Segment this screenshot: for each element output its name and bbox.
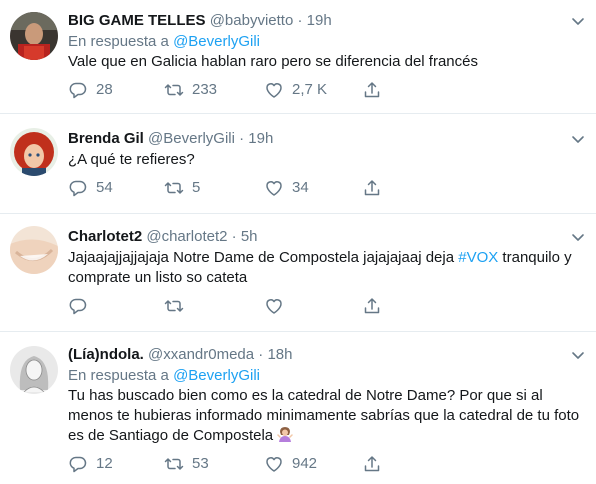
like-count: 942 (292, 455, 318, 472)
reply-count: 28 (96, 81, 113, 98)
chevron-down-icon[interactable] (570, 347, 586, 363)
tweet-actions (68, 296, 388, 316)
reply-icon (69, 298, 87, 315)
display-name[interactable]: Brenda Gil (68, 130, 144, 147)
separator: · (239, 130, 245, 147)
tweet-text: Vale que en Galicia hablan raro pero se … (68, 53, 478, 70)
reply-count: 54 (96, 179, 113, 196)
reply-button[interactable]: 54 (68, 178, 113, 198)
tweet[interactable]: (Lía)ndola. @xxandr0meda · 18h En respue… (0, 332, 596, 484)
reply-icon (69, 82, 87, 99)
like-button[interactable]: 34 (264, 178, 309, 198)
retweet-icon (164, 84, 184, 96)
share-icon (364, 180, 380, 196)
share-button[interactable] (362, 454, 390, 474)
user-handle[interactable]: @xxandr0meda (148, 346, 254, 363)
reply-context: En respuesta a @BeverlyGili (68, 366, 260, 386)
reply-label: En respuesta a (68, 367, 169, 384)
user-handle[interactable]: @charlotet2 (146, 228, 227, 245)
separator: · (258, 346, 264, 363)
retweet-button[interactable] (164, 296, 192, 316)
like-button[interactable]: 942 (264, 454, 317, 474)
like-button[interactable]: 2,7 K (264, 80, 327, 100)
tweet-actions: 12 53 942 (68, 454, 388, 474)
retweet-button[interactable]: 53 (164, 454, 209, 474)
reply-button[interactable]: 12 (68, 454, 113, 474)
share-icon (364, 82, 380, 98)
like-icon (266, 457, 282, 472)
share-button[interactable] (362, 80, 390, 100)
tweet-text: Jajaajajjajjajaja Notre Dame de Composte… (68, 248, 582, 288)
retweet-count: 233 (192, 81, 218, 98)
tweet-actions: 28 233 2,7 K (68, 80, 388, 100)
user-handle[interactable]: @babyvietto (210, 12, 294, 29)
share-button[interactable] (362, 178, 390, 198)
retweet-button[interactable]: 233 (164, 80, 217, 100)
display-name[interactable]: Charlotet2 (68, 228, 142, 245)
share-icon (364, 456, 380, 472)
timestamp[interactable]: 5h (241, 228, 258, 245)
reply-context: En respuesta a @BeverlyGili (68, 32, 260, 52)
reply-mention[interactable]: @BeverlyGili (173, 367, 260, 384)
share-button[interactable] (362, 296, 390, 316)
retweet-icon (164, 458, 184, 470)
avatar[interactable] (10, 346, 58, 394)
tweet-text: ¿A qué te refieres? (68, 151, 195, 168)
tweet-text-part: Tu has buscado bien como es la catedral … (68, 387, 580, 444)
display-name[interactable]: (Lía)ndola. (68, 346, 144, 363)
reply-icon (69, 456, 87, 473)
avatar[interactable] (10, 226, 58, 274)
retweet-button[interactable]: 5 (164, 178, 200, 198)
chevron-down-icon[interactable] (570, 13, 586, 29)
reply-count: 12 (96, 455, 113, 472)
timestamp[interactable]: 19h (248, 130, 273, 147)
like-button[interactable] (264, 296, 292, 316)
retweet-count: 5 (192, 179, 201, 196)
timestamp[interactable]: 19h (307, 12, 332, 29)
like-icon (266, 299, 282, 314)
reply-label: En respuesta a (68, 33, 169, 50)
retweet-count: 53 (192, 455, 209, 472)
tweet-actions: 54 5 34 (68, 178, 388, 198)
tweet[interactable]: Brenda Gil @BeverlyGili · 19h ¿A qué te … (0, 114, 596, 214)
chevron-down-icon[interactable] (570, 131, 586, 147)
user-handle[interactable]: @BeverlyGili (148, 130, 235, 147)
avatar[interactable] (10, 128, 58, 176)
like-count: 34 (292, 179, 309, 196)
woman-shrugging-emoji (277, 427, 294, 442)
hashtag-link[interactable]: #VOX (458, 249, 498, 266)
like-icon (266, 181, 282, 196)
tweet[interactable]: Charlotet2 @charlotet2 · 5h Jajaajajjajj… (0, 214, 596, 332)
chevron-down-icon[interactable] (570, 229, 586, 245)
timestamp[interactable]: 18h (267, 346, 292, 363)
tweet[interactable]: BIG GAME TELLES @babyvietto · 19h En res… (0, 0, 596, 110)
retweet-icon (164, 300, 184, 312)
display-name[interactable]: BIG GAME TELLES (68, 12, 206, 29)
reply-button[interactable] (68, 296, 96, 316)
reply-icon (69, 180, 87, 197)
reply-mention[interactable]: @BeverlyGili (173, 33, 260, 50)
avatar[interactable] (10, 12, 58, 60)
tweet-text-part: Jajaajajjajjajaja Notre Dame de Composte… (68, 249, 459, 266)
share-icon (364, 298, 380, 314)
like-icon (266, 83, 282, 98)
separator: · (297, 12, 303, 29)
separator: · (231, 228, 237, 245)
retweet-icon (164, 182, 184, 194)
reply-button[interactable]: 28 (68, 80, 113, 100)
like-count: 2,7 K (292, 81, 328, 98)
tweet-text: Tu has buscado bien como es la catedral … (68, 386, 582, 446)
